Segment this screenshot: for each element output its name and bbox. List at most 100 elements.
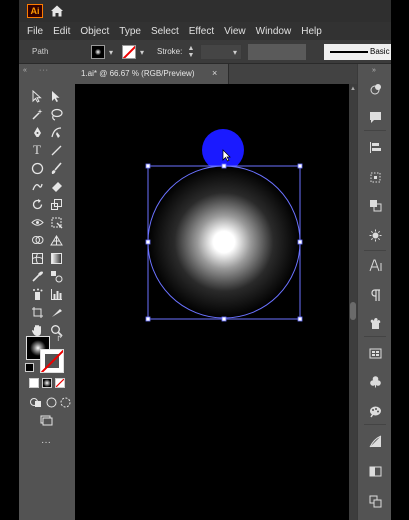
panel-collapse-icon[interactable]: « [23,67,28,74]
menu-object[interactable]: Object [80,26,109,37]
panel-dock: » [357,64,391,520]
selection-type-label: Path [32,47,49,56]
edit-toolbar-icon[interactable]: ··· [38,434,54,450]
artboard-canvas[interactable] [75,84,349,520]
title-bar: Ai [19,0,391,22]
tools-panel: « ··· T ↱ ··· [19,64,71,520]
vertical-scrollbar[interactable]: ▲ [349,84,357,520]
brush-definition-dropdown[interactable]: Basic [324,44,391,60]
transform-icon[interactable] [368,170,382,184]
swap-fill-stroke-icon[interactable]: ↱ [56,333,64,344]
variable-width-dropdown[interactable] [248,44,306,60]
comments-icon[interactable] [368,110,382,124]
close-icon[interactable]: × [212,68,217,78]
gradient-circle-shape[interactable] [147,165,301,319]
document-tab-label: 1.ai* @ 66.67 % (RGB/Preview) [81,69,195,78]
type-tool-icon[interactable]: T [29,142,45,158]
stroke-weight-stepper[interactable]: ▲ ▼ [186,45,196,59]
stroke-color-box[interactable] [40,349,64,373]
align-icon[interactable] [368,140,382,154]
app-logo: Ai [27,4,43,18]
menu-select[interactable]: Select [151,26,179,37]
symbols-icon[interactable] [368,316,382,330]
shaper-tool-icon[interactable] [29,178,45,194]
appearance-icon[interactable] [368,228,382,242]
properties-icon[interactable] [368,82,382,96]
curvature-tool-icon[interactable] [48,124,64,140]
blend-tool-icon[interactable] [48,268,64,284]
document-tab[interactable]: 1.ai* @ 66.67 % (RGB/Preview) × [71,64,229,84]
panel-collapse-icon[interactable]: » [372,67,377,74]
menu-window[interactable]: Window [256,26,292,37]
paintbrush-tool-icon[interactable] [48,160,64,176]
draw-inside-icon[interactable] [57,394,73,410]
mesh-tool-icon[interactable] [29,250,45,266]
brush-name: Basic [370,47,390,56]
panel-grip-icon[interactable]: ··· [39,67,49,74]
eraser-tool-icon[interactable] [48,178,64,194]
chevron-down-icon[interactable]: ▾ [109,49,117,57]
symbol-sprayer-tool-icon[interactable] [29,286,45,302]
fill-color-swatch[interactable] [91,45,105,59]
scale-tool-icon[interactable] [48,196,64,212]
artwork [145,129,303,322]
brush-stroke-preview [330,51,368,53]
illustrator-window: Ai File Edit Object Type Select Effect V… [19,0,391,520]
selection-tool-icon[interactable] [29,88,45,104]
gradient-icon[interactable] [368,434,382,448]
artboard-tool-icon[interactable] [29,304,45,320]
slice-tool-icon[interactable] [48,304,64,320]
home-icon[interactable] [50,4,64,18]
handle-middle-left [145,239,151,245]
panel-separator [364,130,386,131]
paragraph-icon[interactable] [368,288,382,302]
scroll-thumb[interactable] [350,302,356,320]
drawing-modes-icon[interactable] [27,394,43,410]
width-tool-icon[interactable] [29,214,45,230]
free-transform-tool-icon[interactable] [48,214,64,230]
perspective-grid-tool-icon[interactable] [48,232,64,248]
magic-wand-tool-icon[interactable] [29,106,45,122]
menu-effect[interactable]: Effect [189,26,214,37]
control-bar: Path ▾ ▾ Stroke: ▲ ▼ ▾ Basic [19,40,391,64]
screen-mode-icon[interactable] [38,412,54,428]
handle-top-left [145,163,151,169]
direct-selection-tool-icon[interactable] [48,88,64,104]
ellipse-tool-icon[interactable] [29,160,45,176]
menu-view[interactable]: View [224,26,246,37]
chevron-down-icon[interactable]: ▾ [140,49,148,57]
menu-file[interactable]: File [27,26,43,37]
none-mode-icon[interactable] [55,378,65,388]
panel-separator [364,424,386,425]
character-icon[interactable] [368,258,382,272]
brushes-icon[interactable] [368,404,382,418]
handle-bottom-left [145,316,151,322]
shape-builder-tool-icon[interactable] [29,232,45,248]
chevron-down-icon[interactable]: ▾ [233,49,241,57]
line-segment-tool-icon[interactable] [48,142,64,158]
eyedropper-tool-icon[interactable] [29,268,45,284]
transparency-icon[interactable] [368,464,382,478]
menu-help[interactable]: Help [301,26,322,37]
scroll-up-icon[interactable]: ▲ [350,86,356,92]
stroke-label: Stroke: [157,47,183,56]
column-graph-tool-icon[interactable] [48,286,64,302]
handle-top-center [221,163,227,169]
menu-bar: File Edit Object Type Select Effect View… [19,22,391,40]
gradient-mode-icon[interactable] [42,378,52,388]
color-mode-icon[interactable] [29,378,39,388]
rotate-tool-icon[interactable] [29,196,45,212]
menu-type[interactable]: Type [119,26,141,37]
handle-bottom-right [297,316,303,322]
pathfinder-icon[interactable] [368,198,382,212]
default-fill-stroke-icon[interactable] [25,363,34,372]
pen-tool-icon[interactable] [29,124,45,140]
handle-middle-right [297,239,303,245]
swatches-icon[interactable] [368,374,382,388]
artboards-icon[interactable] [368,494,382,508]
stroke-color-swatch[interactable] [122,45,136,59]
libraries-icon[interactable] [368,346,382,360]
lasso-tool-icon[interactable] [48,106,64,122]
menu-edit[interactable]: Edit [53,26,70,37]
gradient-tool-icon[interactable] [48,250,64,266]
